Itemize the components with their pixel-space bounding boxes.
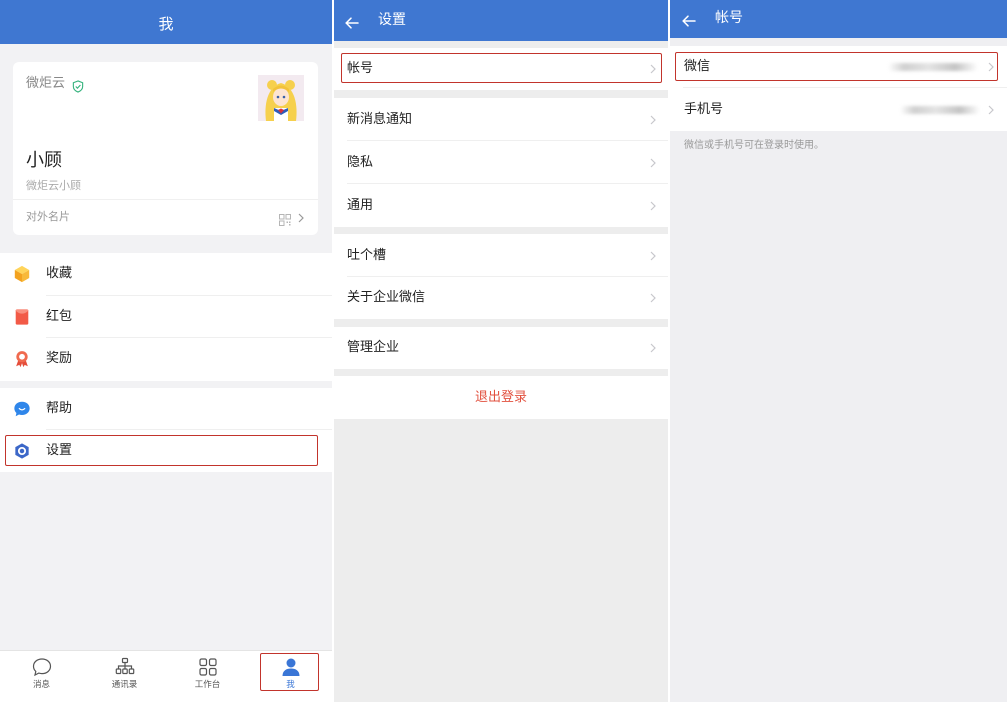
blurred-phone-value bbox=[900, 105, 980, 114]
settings-item-label: 隐私 bbox=[347, 154, 374, 170]
settings-item-label: 吐个槽 bbox=[347, 247, 387, 263]
account-note: 微信或手机号可在登录时使用。 bbox=[684, 140, 824, 151]
settings-screen: 设置 帐号 新消息通知 隐私 通用 吐个槽 关于企业微信 管理企业 退出登录 bbox=[334, 0, 668, 702]
favorites-cube-icon bbox=[13, 265, 31, 283]
person-icon bbox=[281, 657, 301, 677]
tab-workbench[interactable]: 工作台 bbox=[166, 651, 249, 702]
settings-item-label: 关于企业微信 bbox=[347, 290, 426, 305]
settings-item-feedback[interactable]: 吐个槽 bbox=[334, 234, 668, 277]
business-card-label: 对外名片 bbox=[26, 210, 70, 223]
grid-icon bbox=[198, 657, 218, 677]
account-header: 帐号 bbox=[670, 0, 1007, 38]
logout-label: 退出登录 bbox=[474, 389, 527, 405]
chevron-right-icon bbox=[298, 213, 304, 223]
tab-contacts[interactable]: 通讯录 bbox=[83, 651, 166, 702]
profile-card[interactable]: 微炬云 小顾 微炬云小顾 对外名片 bbox=[13, 62, 318, 235]
chevron-right-icon bbox=[988, 62, 994, 72]
menu-item-label: 收藏 bbox=[46, 266, 73, 282]
user-full-name: 微炬云小顾 bbox=[26, 179, 81, 192]
settings-item-manage-enterprise[interactable]: 管理企业 bbox=[334, 327, 668, 369]
qr-code-icon bbox=[279, 211, 291, 226]
chevron-right-icon bbox=[650, 158, 656, 168]
page-title: 我 bbox=[158, 15, 174, 33]
settings-item-account[interactable]: 帐号 bbox=[334, 48, 668, 90]
chevron-right-icon bbox=[650, 201, 656, 211]
menu-item-rewards[interactable]: 奖励 bbox=[0, 338, 332, 381]
chevron-right-icon bbox=[650, 64, 656, 74]
red-envelope-icon bbox=[13, 308, 31, 326]
menu-item-favorites[interactable]: 收藏 bbox=[0, 253, 332, 296]
menu-item-settings[interactable]: 设置 bbox=[0, 430, 332, 472]
settings-item-notifications[interactable]: 新消息通知 bbox=[334, 98, 668, 141]
chevron-right-icon bbox=[650, 115, 656, 125]
settings-item-about[interactable]: 关于企业微信 bbox=[334, 277, 668, 319]
settings-hexagon-icon bbox=[13, 442, 31, 460]
account-item-phone[interactable]: 手机号 bbox=[670, 88, 1007, 131]
chevron-right-icon bbox=[650, 293, 656, 303]
org-chart-icon bbox=[115, 657, 135, 677]
settings-item-label: 新消息通知 bbox=[347, 111, 413, 127]
chevron-right-icon bbox=[650, 251, 656, 261]
menu-item-help[interactable]: 帮助 bbox=[0, 388, 332, 430]
settings-item-label: 通用 bbox=[347, 197, 374, 213]
account-screen: 帐号 微信 手机号 微信或手机号可在登录时使用。 bbox=[670, 0, 1007, 702]
settings-item-label: 帐号 bbox=[347, 61, 374, 76]
settings-item-label: 管理企业 bbox=[347, 340, 400, 355]
menu-item-label: 设置 bbox=[46, 443, 73, 458]
settings-header: 设置 bbox=[334, 0, 668, 41]
chevron-right-icon bbox=[650, 343, 656, 353]
menu-item-label: 奖励 bbox=[46, 351, 73, 367]
settings-item-privacy[interactable]: 隐私 bbox=[334, 141, 668, 184]
menu-item-label: 红包 bbox=[46, 308, 73, 324]
menu-item-red-packet[interactable]: 红包 bbox=[0, 295, 332, 338]
logout-button[interactable]: 退出登录 bbox=[334, 376, 668, 419]
business-card-row[interactable]: 对外名片 bbox=[13, 200, 318, 235]
me-header: 我 bbox=[0, 0, 332, 44]
tab-messages[interactable]: 消息 bbox=[0, 651, 83, 702]
shield-check-icon bbox=[72, 78, 84, 93]
tab-label: 通讯录 bbox=[111, 680, 138, 690]
user-name: 小顾 bbox=[26, 150, 62, 171]
tab-label: 我 bbox=[286, 680, 295, 690]
help-chat-icon bbox=[13, 400, 31, 418]
tab-label: 工作台 bbox=[194, 680, 221, 690]
page-title: 帐号 bbox=[715, 10, 743, 26]
account-item-label: 手机号 bbox=[684, 101, 724, 117]
page-title: 设置 bbox=[378, 12, 406, 28]
back-arrow-icon[interactable] bbox=[682, 12, 696, 27]
tab-me[interactable]: 我 bbox=[249, 651, 332, 702]
company-name: 微炬云 bbox=[26, 76, 66, 91]
settings-item-general[interactable]: 通用 bbox=[334, 184, 668, 227]
blurred-wechat-value bbox=[888, 63, 978, 71]
chevron-right-icon bbox=[988, 105, 994, 115]
chat-bubble-icon bbox=[32, 657, 52, 677]
me-screen: 我 微炬云 小顾 微炬云小顾 对外名片 收藏 红包 奖励 帮助 设置 消息 通讯… bbox=[0, 0, 332, 702]
award-medal-icon bbox=[13, 350, 31, 368]
bottom-tab-bar: 消息 通讯录 工作台 我 bbox=[0, 650, 332, 702]
account-item-wechat[interactable]: 微信 bbox=[670, 46, 1007, 88]
tab-label: 消息 bbox=[32, 680, 50, 690]
menu-item-label: 帮助 bbox=[46, 401, 73, 416]
back-arrow-icon[interactable] bbox=[345, 14, 359, 29]
avatar[interactable] bbox=[258, 75, 304, 121]
account-item-label: 微信 bbox=[684, 59, 711, 74]
